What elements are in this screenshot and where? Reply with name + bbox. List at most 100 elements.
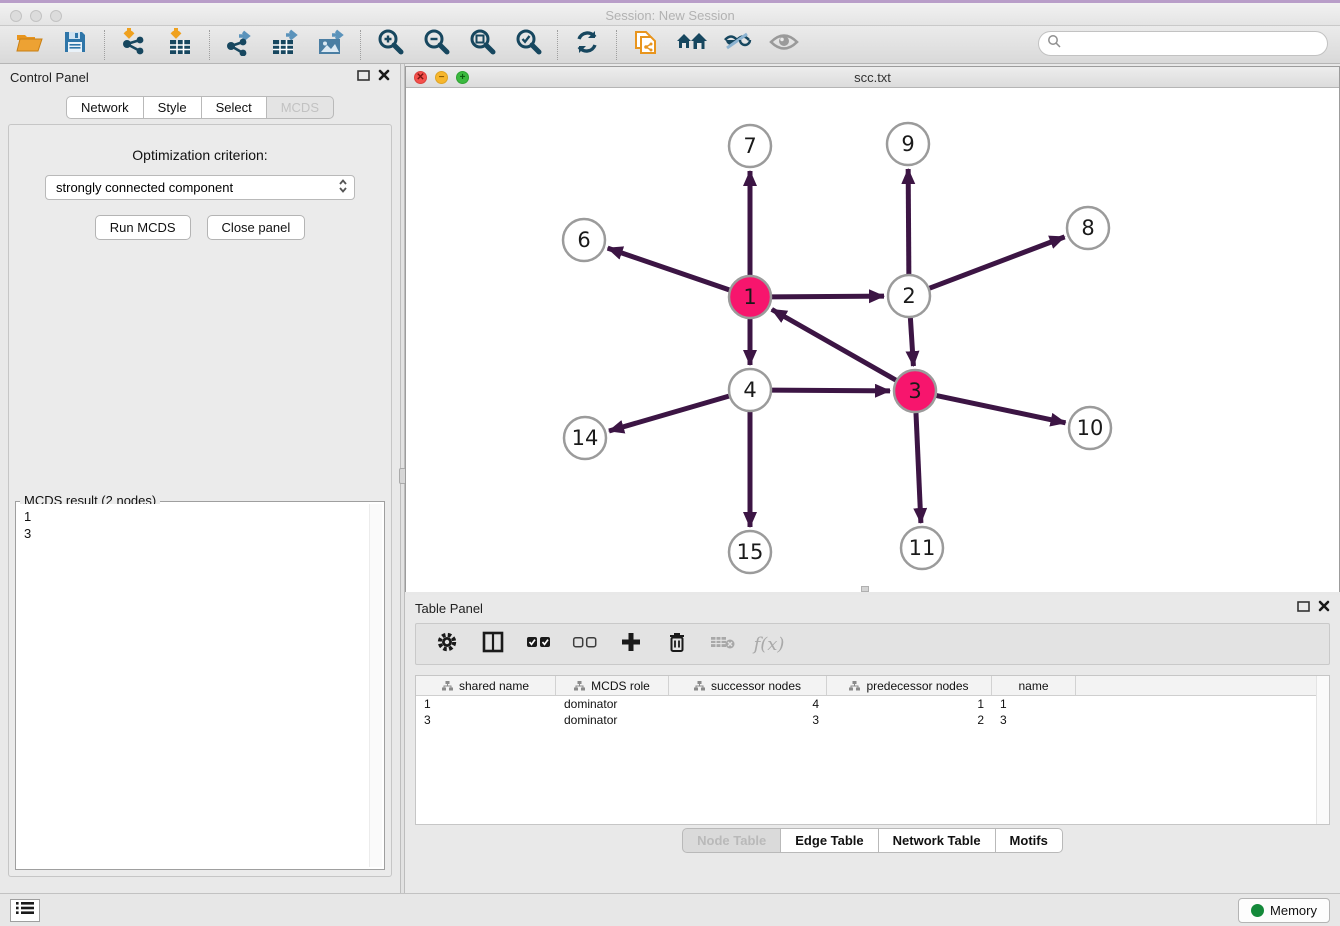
graph-edge-3-1[interactable] xyxy=(772,309,896,380)
graph-node-label-8: 8 xyxy=(1081,216,1094,240)
import-table-icon xyxy=(167,28,193,61)
graph-node-label-10: 10 xyxy=(1077,416,1104,440)
graph-edge-3-10[interactable] xyxy=(937,396,1066,423)
cell-name[interactable]: 1 xyxy=(992,696,1076,712)
graph-edge-4-3[interactable] xyxy=(772,390,890,391)
column-header-shared-name[interactable]: shared name xyxy=(416,676,556,695)
graph-edge-1-6[interactable] xyxy=(608,248,730,290)
close-panel-button[interactable]: Close panel xyxy=(207,215,306,240)
application-window: Session: New Session xyxy=(0,0,1340,926)
graph-edge-3-11[interactable] xyxy=(916,413,921,523)
copy-network-button[interactable] xyxy=(631,30,661,60)
hide-selected-button[interactable] xyxy=(723,30,753,60)
refresh-icon xyxy=(574,29,600,60)
zoom-in-button[interactable] xyxy=(375,30,405,60)
export-table-button[interactable] xyxy=(270,30,300,60)
tab-network[interactable]: Network xyxy=(66,96,144,119)
cell-successor-nodes[interactable]: 4 xyxy=(669,696,827,712)
cell-mcds-role[interactable]: dominator xyxy=(556,712,669,728)
mcds-result-text[interactable]: 1 3 xyxy=(18,504,382,867)
save-session-button[interactable] xyxy=(60,30,90,60)
table-settings-button[interactable] xyxy=(434,631,460,657)
deselect-all-button[interactable] xyxy=(572,631,598,657)
graph-edge-4-14[interactable] xyxy=(609,396,729,431)
delete-column-button[interactable] xyxy=(710,631,736,657)
close-table-panel-icon[interactable] xyxy=(1318,599,1330,617)
table-row[interactable]: 1 dominator 4 1 1 xyxy=(416,696,1329,712)
graph-edge-2-3[interactable] xyxy=(910,318,913,366)
tab-mcds[interactable]: MCDS xyxy=(267,96,334,119)
float-panel-icon[interactable] xyxy=(357,68,370,86)
apply-function-button[interactable]: f(x) xyxy=(756,631,782,657)
graph-node-label-14: 14 xyxy=(572,426,599,450)
cell-name[interactable]: 3 xyxy=(992,712,1076,728)
import-network-icon xyxy=(121,28,147,61)
optimization-criterion-label: Optimization criterion: xyxy=(9,147,391,163)
memory-button[interactable]: Memory xyxy=(1238,898,1330,923)
zoom-fit-button[interactable] xyxy=(467,30,497,60)
graph-node-label-15: 15 xyxy=(737,540,764,564)
select-all-button[interactable] xyxy=(526,631,552,657)
open-folder-icon xyxy=(15,30,43,59)
export-network-icon xyxy=(225,28,253,61)
cell-mcds-role[interactable]: dominator xyxy=(556,696,669,712)
table-row[interactable]: 3 dominator 3 2 3 xyxy=(416,712,1329,728)
export-network-button[interactable] xyxy=(224,30,254,60)
close-panel-icon[interactable] xyxy=(378,68,390,86)
network-title: scc.txt xyxy=(406,70,1339,85)
graph-edge-1-2[interactable] xyxy=(772,296,884,297)
network-window-titlebar[interactable]: ✕ − + scc.txt xyxy=(406,67,1339,88)
criterion-select[interactable]: strongly connected component xyxy=(45,175,355,200)
cell-shared-name[interactable]: 1 xyxy=(416,696,556,712)
result-scrollbar[interactable] xyxy=(369,504,382,867)
gear-icon xyxy=(436,631,458,658)
import-network-button[interactable] xyxy=(119,30,149,60)
app-titlebar: Session: New Session xyxy=(0,0,1340,26)
graph-edge-2-9[interactable] xyxy=(908,169,909,274)
graph-node-label-4: 4 xyxy=(743,378,756,402)
houses-icon xyxy=(676,30,708,59)
import-table-button[interactable] xyxy=(165,30,195,60)
float-table-panel-icon[interactable] xyxy=(1297,599,1310,617)
table-scrollbar[interactable] xyxy=(1316,676,1329,824)
control-panel-title: Control Panel xyxy=(10,70,357,85)
tab-node-table[interactable]: Node Table xyxy=(682,828,781,853)
search-field[interactable] xyxy=(1038,31,1328,56)
open-session-button[interactable] xyxy=(14,30,44,60)
cell-successor-nodes[interactable]: 3 xyxy=(669,712,827,728)
canvas-resize-grip[interactable] xyxy=(861,586,869,592)
tab-select[interactable]: Select xyxy=(202,96,267,119)
copy-network-icon xyxy=(633,28,659,61)
table-panel-title: Table Panel xyxy=(415,601,1297,616)
control-panel: Control Panel Network Style Select MCDS … xyxy=(0,64,400,893)
export-table-icon xyxy=(271,28,299,61)
zoom-selected-button[interactable] xyxy=(513,30,543,60)
graph-edge-2-8[interactable] xyxy=(930,237,1065,288)
refresh-layout-button[interactable] xyxy=(572,30,602,60)
first-neighbors-button[interactable] xyxy=(677,30,707,60)
show-column-button[interactable] xyxy=(480,631,506,657)
zoom-selected-icon xyxy=(514,28,542,61)
export-image-button[interactable] xyxy=(316,30,346,60)
column-header-name[interactable]: name xyxy=(992,676,1076,695)
add-row-button[interactable] xyxy=(618,631,644,657)
column-header-successor-nodes[interactable]: successor nodes xyxy=(669,676,827,695)
task-history-button[interactable] xyxy=(10,899,40,922)
graph-node-label-1: 1 xyxy=(743,285,756,309)
trash-icon xyxy=(667,631,687,658)
tab-edge-table[interactable]: Edge Table xyxy=(781,828,878,853)
show-all-button[interactable] xyxy=(769,30,799,60)
tab-network-table[interactable]: Network Table xyxy=(879,828,996,853)
cell-predecessor-nodes[interactable]: 1 xyxy=(827,696,992,712)
delete-row-button[interactable] xyxy=(664,631,690,657)
search-input[interactable] xyxy=(1066,36,1306,51)
column-header-predecessor-nodes[interactable]: predecessor nodes xyxy=(827,676,992,695)
cell-shared-name[interactable]: 3 xyxy=(416,712,556,728)
tab-motifs[interactable]: Motifs xyxy=(996,828,1063,853)
zoom-out-button[interactable] xyxy=(421,30,451,60)
run-mcds-button[interactable]: Run MCDS xyxy=(95,215,191,240)
tab-style[interactable]: Style xyxy=(144,96,202,119)
cell-predecessor-nodes[interactable]: 2 xyxy=(827,712,992,728)
network-canvas[interactable]: 7968124314101511 xyxy=(406,88,1339,592)
column-header-mcds-role[interactable]: MCDS role xyxy=(556,676,669,695)
